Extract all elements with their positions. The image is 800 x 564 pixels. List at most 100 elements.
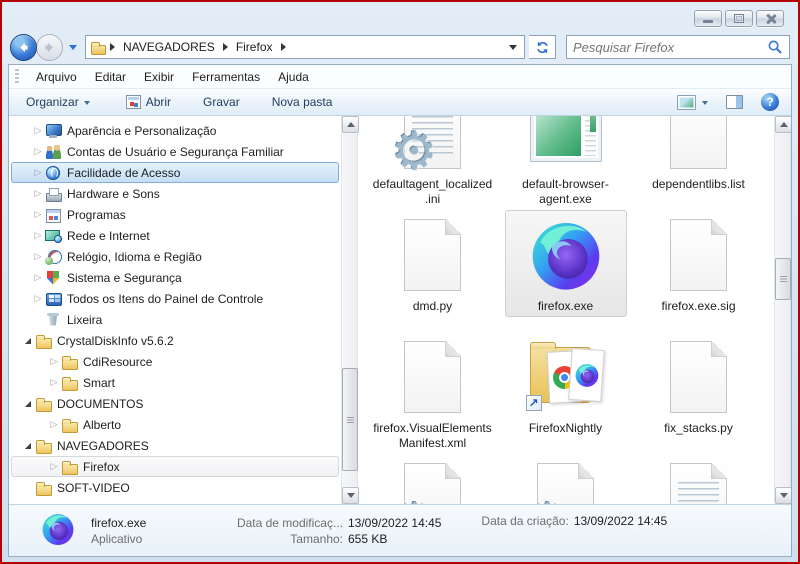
tree-item-sistema-e-seguranca[interactable]: ▷ Sistema e Segurança xyxy=(11,267,339,288)
gear-icon: ⚙ xyxy=(391,122,438,182)
search-input[interactable] xyxy=(573,39,767,55)
tree-item-firefox[interactable]: ▷ Firefox xyxy=(11,456,339,477)
views-dropdown-icon xyxy=(702,100,708,105)
breadcrumb-segment-firefox[interactable]: Firefox xyxy=(230,37,279,57)
back-button[interactable] xyxy=(10,33,37,61)
expand-arrow-icon[interactable]: ▷ xyxy=(32,147,44,156)
tree-item-facilidade-de-acesso[interactable]: ▷ Facilidade de Acesso xyxy=(11,162,339,183)
scroll-up-icon xyxy=(346,122,355,127)
expand-arrow-icon[interactable]: ▷ xyxy=(32,126,44,135)
address-dropdown-button[interactable] xyxy=(504,37,522,57)
expand-arrow-icon[interactable]: ▷ xyxy=(32,168,44,177)
file-default-browser-agent-exe[interactable]: default-browser-agent.exe xyxy=(499,116,632,210)
breadcrumb-separator-icon xyxy=(110,43,115,51)
folder-icon xyxy=(35,333,52,349)
file-firefox-visualelementsmanifest-xml[interactable]: firefox.VisualElementsManifest.xml xyxy=(366,332,499,454)
organize-button[interactable]: Organizar xyxy=(17,90,99,114)
tree-item-smart[interactable]: ▷ Smart xyxy=(11,372,339,393)
tree-item-aparencia-e-personalizacao[interactable]: ▷ Aparência e Personalização xyxy=(11,120,339,141)
expand-arrow-icon[interactable]: ▷ xyxy=(48,357,60,366)
search-box[interactable] xyxy=(566,35,790,59)
tree-scrollbar[interactable] xyxy=(341,116,359,504)
tree-item-documentos[interactable]: ◢ DOCUMENTOS xyxy=(11,393,339,414)
file-name-label: firefox.exe xyxy=(537,299,594,313)
file-item-body: ⚙ defaultagent_localized.ini xyxy=(368,116,498,210)
tree-scroll-down-button[interactable] xyxy=(342,487,359,504)
menu-arquivo[interactable]: Arquivo xyxy=(27,66,86,88)
tree-item-soft-video[interactable]: SOFT-VIDEO xyxy=(11,477,339,498)
file-fix-stacks-py[interactable]: fix_stacks.py xyxy=(632,332,765,439)
tree-item-lixeira[interactable]: Lixeira xyxy=(11,309,339,330)
tree-item-cdiresource[interactable]: ▷ CdiResource xyxy=(11,351,339,372)
maximize-button[interactable] xyxy=(725,10,753,27)
document-icon xyxy=(404,219,461,291)
tree-item-todos-os-itens-do-painel-de-controle[interactable]: ▷ Todos os Itens do Painel de Controle xyxy=(11,288,339,309)
open-button[interactable]: Abrir xyxy=(117,90,180,114)
menu-ferramentas[interactable]: Ferramentas xyxy=(183,66,269,88)
expand-arrow-icon[interactable]: ▷ xyxy=(32,294,44,303)
expand-arrow-icon[interactable]: ▷ xyxy=(48,462,60,471)
tree-item-hardware-e-sons[interactable]: ▷ Hardware e Sons xyxy=(11,183,339,204)
file-firefox-exe[interactable]: firefox.exe xyxy=(499,210,632,317)
help-button[interactable] xyxy=(757,90,783,114)
tree-item-label: Smart xyxy=(83,375,116,390)
expand-arrow-icon[interactable]: ▷ xyxy=(48,420,60,429)
files-scroll-down-button[interactable] xyxy=(775,487,791,504)
expand-arrow-icon[interactable]: ◢ xyxy=(22,336,34,345)
tree-scroll-up-button[interactable] xyxy=(342,116,359,133)
tree-item-label: Hardware e Sons xyxy=(67,186,160,201)
menu-editar[interactable]: Editar xyxy=(86,66,135,88)
expand-arrow-icon[interactable]: ▷ xyxy=(32,231,44,240)
file-item-partial[interactable]: ⚙ xyxy=(499,454,632,504)
forward-button[interactable] xyxy=(36,33,63,61)
burn-button[interactable]: Gravar xyxy=(194,90,249,114)
file-defaultagent-localized-ini[interactable]: ⚙ defaultagent_localized.ini xyxy=(366,116,499,210)
tree-item-navegadores[interactable]: ◢ NAVEGADORES xyxy=(11,435,339,456)
tree-item-crystaldiskinfo-v5-6-2[interactable]: ◢ CrystalDiskInfo v5.6.2 xyxy=(11,330,339,351)
file-dependentlibs-list[interactable]: dependentlibs.list xyxy=(632,116,765,195)
hardware-icon xyxy=(45,186,62,202)
modified-date-value: 13/09/2022 14:45 xyxy=(348,515,442,530)
expand-arrow-icon[interactable]: ▷ xyxy=(32,210,44,219)
tree-item-contas-de-usuario-e-seguranca-familiar[interactable]: ▷ Contas de Usuário e Segurança Familiar xyxy=(11,141,339,162)
scroll-up-icon xyxy=(779,122,788,127)
tree-item-rede-e-internet[interactable]: ▷ Rede e Internet xyxy=(11,225,339,246)
expand-arrow-icon[interactable]: ▷ xyxy=(32,273,44,282)
access-icon xyxy=(45,165,62,181)
file-dmd-py[interactable]: dmd.py xyxy=(366,210,499,317)
close-button[interactable] xyxy=(756,10,784,27)
files-scrollbar[interactable] xyxy=(774,116,791,504)
tree-item-alberto[interactable]: ▷ Alberto xyxy=(11,414,339,435)
file-item-partial[interactable]: ⚙ xyxy=(366,454,499,504)
files-scroll-up-button[interactable] xyxy=(775,116,791,133)
expand-arrow-icon[interactable]: ▷ xyxy=(48,378,60,387)
views-button[interactable] xyxy=(673,90,712,114)
expand-arrow-icon[interactable]: ◢ xyxy=(22,399,34,408)
menu-exibir[interactable]: Exibir xyxy=(135,66,183,88)
tree-item-programas[interactable]: ▷ Programas xyxy=(11,204,339,225)
preview-pane-button[interactable] xyxy=(722,90,747,114)
files-scrollbar-thumb[interactable] xyxy=(775,258,791,300)
breadcrumb-segment-navegadores[interactable]: NAVEGADORES xyxy=(117,37,221,57)
new-folder-button[interactable]: Nova pasta xyxy=(263,90,342,114)
selected-file-icon xyxy=(39,510,77,551)
tree-item-relogio-idioma-e-regiao[interactable]: ▷ Relógio, Idioma e Região xyxy=(11,246,339,267)
firefox-logo-icon xyxy=(574,364,598,387)
minimize-button[interactable] xyxy=(694,10,722,27)
recent-pages-dropdown[interactable] xyxy=(69,44,77,50)
file-item-partial[interactable] xyxy=(632,454,765,504)
address-bar[interactable]: NAVEGADORES Firefox xyxy=(85,35,525,59)
selected-file-name: firefox.exe xyxy=(91,515,147,530)
menu-ajuda[interactable]: Ajuda xyxy=(269,66,318,88)
file-firefox-exe-sig[interactable]: firefox.exe.sig xyxy=(632,210,765,317)
refresh-button[interactable] xyxy=(529,35,556,59)
expand-arrow-icon[interactable]: ▷ xyxy=(32,252,44,261)
tree-scrollbar-thumb[interactable] xyxy=(342,368,358,471)
explorer-client-area: Arquivo Editar Exibir Ferramentas Ajuda Orga… xyxy=(8,64,792,557)
scroll-down-icon xyxy=(346,493,355,498)
selected-file-type: Aplicativo xyxy=(91,531,143,546)
expand-arrow-icon[interactable]: ◢ xyxy=(22,441,34,450)
file-firefoxnightly[interactable]: FirefoxNightly xyxy=(499,332,632,439)
menu-grip[interactable] xyxy=(15,68,19,85)
expand-arrow-icon[interactable]: ▷ xyxy=(32,189,44,198)
